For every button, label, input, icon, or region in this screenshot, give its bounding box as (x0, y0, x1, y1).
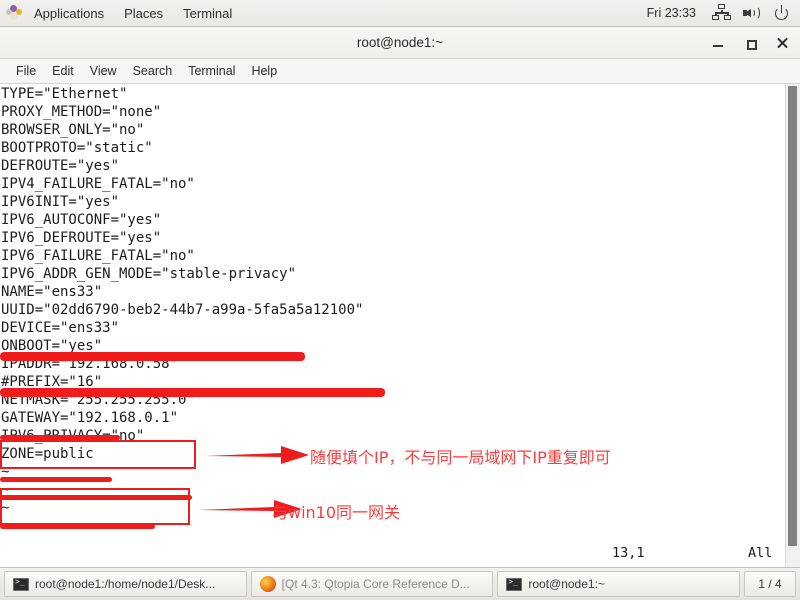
terminal-window: root@node1:~ File Edit View Search Termi… (0, 27, 800, 567)
desktop-screen: Applications Places Terminal Fri 23:33 r… (0, 0, 800, 600)
taskbar-item-firefox[interactable]: [Qt 4.3: Qtopia Core Reference D... (250, 571, 494, 597)
close-button[interactable] (774, 35, 790, 51)
terminal-scrollbar-track[interactable] (785, 84, 800, 567)
panel-tray: Fri 23:33 (647, 3, 800, 23)
menu-edit[interactable]: Edit (44, 62, 82, 80)
scroll-indicator: All (748, 545, 773, 561)
terminal-scrollbar-thumb[interactable] (788, 86, 797, 546)
clock[interactable]: Fri 23:33 (647, 6, 696, 20)
firefox-icon (259, 576, 276, 592)
cursor-position: 13,1 (612, 545, 645, 561)
power-icon[interactable] (772, 3, 792, 23)
taskbar-item-label: root@node1:~ (528, 577, 605, 591)
menu-view[interactable]: View (82, 62, 125, 80)
window-title: root@node1:~ (356, 35, 444, 50)
network-icon[interactable] (712, 3, 732, 23)
taskbar-item-label: [Qt 4.3: Qtopia Core Reference D... (281, 577, 470, 591)
panel-menu-terminal[interactable]: Terminal (173, 0, 242, 27)
terminal-status-line: 13,1 All (0, 543, 800, 567)
workspace-switcher[interactable]: 1 / 4 (744, 571, 797, 597)
minimize-button[interactable] (710, 35, 726, 51)
menu-help[interactable]: Help (243, 62, 285, 80)
taskbar-item-label: root@node1:/home/node1/Desk... (35, 577, 216, 591)
window-buttons (710, 27, 790, 59)
terminal-text: TYPE="Ethernet" PROXY_METHOD="none" BROW… (1, 86, 364, 534)
taskbar: root@node1:/home/node1/Desk... [Qt 4.3: … (0, 567, 800, 600)
top-panel: Applications Places Terminal Fri 23:33 (0, 0, 800, 27)
menu-terminal[interactable]: Terminal (180, 62, 243, 80)
applications-icon[interactable] (6, 5, 22, 21)
panel-menu-applications[interactable]: Applications (24, 0, 114, 27)
volume-icon[interactable] (742, 3, 762, 23)
window-titlebar[interactable]: root@node1:~ (0, 27, 800, 59)
terminal-body[interactable]: TYPE="Ethernet" PROXY_METHOD="none" BROW… (0, 84, 800, 567)
maximize-button[interactable] (742, 35, 758, 51)
menu-search[interactable]: Search (125, 62, 181, 80)
panel-menu-places[interactable]: Places (114, 0, 173, 27)
terminal-icon (506, 577, 523, 591)
menu-file[interactable]: File (8, 62, 44, 80)
taskbar-item-terminal-desk[interactable]: root@node1:/home/node1/Desk... (4, 571, 247, 597)
menubar: File Edit View Search Terminal Help (0, 59, 800, 84)
taskbar-item-terminal-home[interactable]: root@node1:~ (497, 571, 741, 597)
terminal-icon (13, 577, 29, 591)
